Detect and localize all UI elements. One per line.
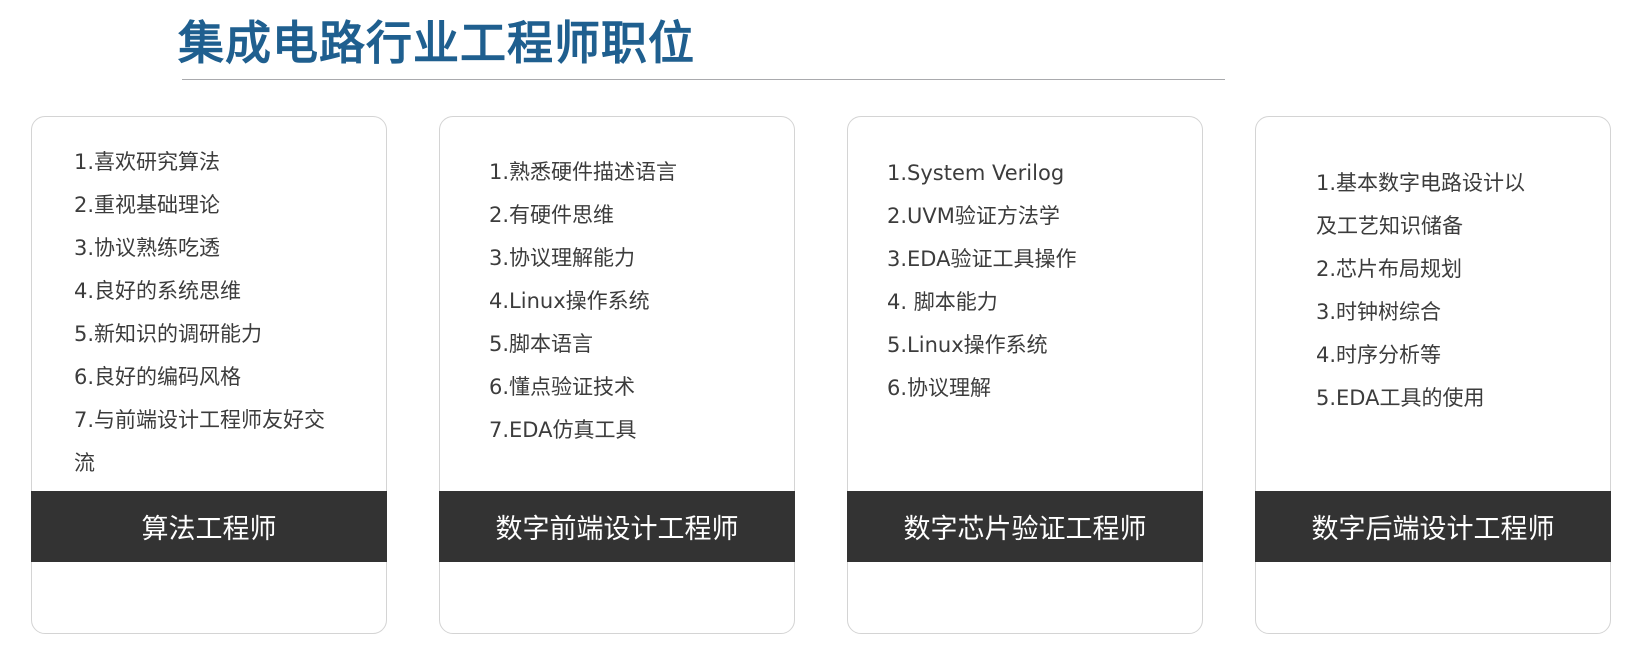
list-item: 2.重视基础理论: [74, 193, 221, 217]
list-item: 2.UVM验证方法学: [887, 204, 1060, 228]
card-verification-engineer: 1.System Verilog 2.UVM验证方法学 3.EDA验证工具操作 …: [847, 116, 1203, 634]
list-item: 6.协议理解: [887, 376, 992, 400]
list-item: 6.懂点验证技术: [489, 375, 636, 399]
list-item: 3.时钟树综合: [1316, 300, 1442, 324]
list-item: 3.协议熟练吃透: [74, 236, 221, 260]
card-footer-title: 数字芯片验证工程师: [847, 491, 1203, 562]
list-item: 4. 脚本能力: [887, 290, 998, 314]
page-title: 集成电路行业工程师职位: [178, 16, 695, 70]
list-item: 7.与前端设计工程师友好交流: [74, 408, 326, 475]
list-item: 5.Linux操作系统: [887, 333, 1048, 357]
list-item: 5.脚本语言: [489, 332, 594, 356]
list-item: 4.时序分析等: [1316, 343, 1442, 367]
card-footer-title: 数字前端设计工程师: [439, 491, 795, 562]
requirement-list: 1.基本数字电路设计以及工艺知识储备 2.芯片布局规划 3.时钟树综合 4.时序…: [1316, 162, 1531, 420]
list-item: 1.基本数字电路设计以及工艺知识储备: [1316, 171, 1526, 238]
list-item: 5.EDA工具的使用: [1316, 386, 1485, 410]
list-item: 2.芯片布局规划: [1316, 257, 1463, 281]
list-item: 3.协议理解能力: [489, 246, 636, 270]
list-item: 4.Linux操作系统: [489, 289, 650, 313]
list-item: 1.喜欢研究算法: [74, 150, 221, 174]
card-frontend-design-engineer: 1.熟悉硬件描述语言 2.有硬件思维 3.协议理解能力 4.Linux操作系统 …: [439, 116, 795, 634]
requirement-list: 1.喜欢研究算法 2.重视基础理论 3.协议熟练吃透 4.良好的系统思维 5.新…: [74, 141, 344, 485]
list-item: 4.良好的系统思维: [74, 279, 242, 303]
list-item: 7.EDA仿真工具: [489, 418, 637, 442]
title-divider: [182, 79, 1225, 80]
list-item: 1.System Verilog: [887, 161, 1065, 185]
requirement-list: 1.System Verilog 2.UVM验证方法学 3.EDA验证工具操作 …: [887, 152, 1187, 410]
card-footer-title: 算法工程师: [31, 491, 387, 562]
list-item: 2.有硬件思维: [489, 203, 615, 227]
list-item: 6.良好的编码风格: [74, 365, 242, 389]
card-backend-design-engineer: 1.基本数字电路设计以及工艺知识储备 2.芯片布局规划 3.时钟树综合 4.时序…: [1255, 116, 1611, 634]
card-algorithm-engineer: 1.喜欢研究算法 2.重视基础理论 3.协议熟练吃透 4.良好的系统思维 5.新…: [31, 116, 387, 634]
list-item: 3.EDA验证工具操作: [887, 247, 1077, 271]
requirement-list: 1.熟悉硬件描述语言 2.有硬件思维 3.协议理解能力 4.Linux操作系统 …: [489, 151, 779, 452]
list-item: 1.熟悉硬件描述语言: [489, 160, 678, 184]
card-footer-title: 数字后端设计工程师: [1255, 491, 1611, 562]
list-item: 5.新知识的调研能力: [74, 322, 263, 346]
